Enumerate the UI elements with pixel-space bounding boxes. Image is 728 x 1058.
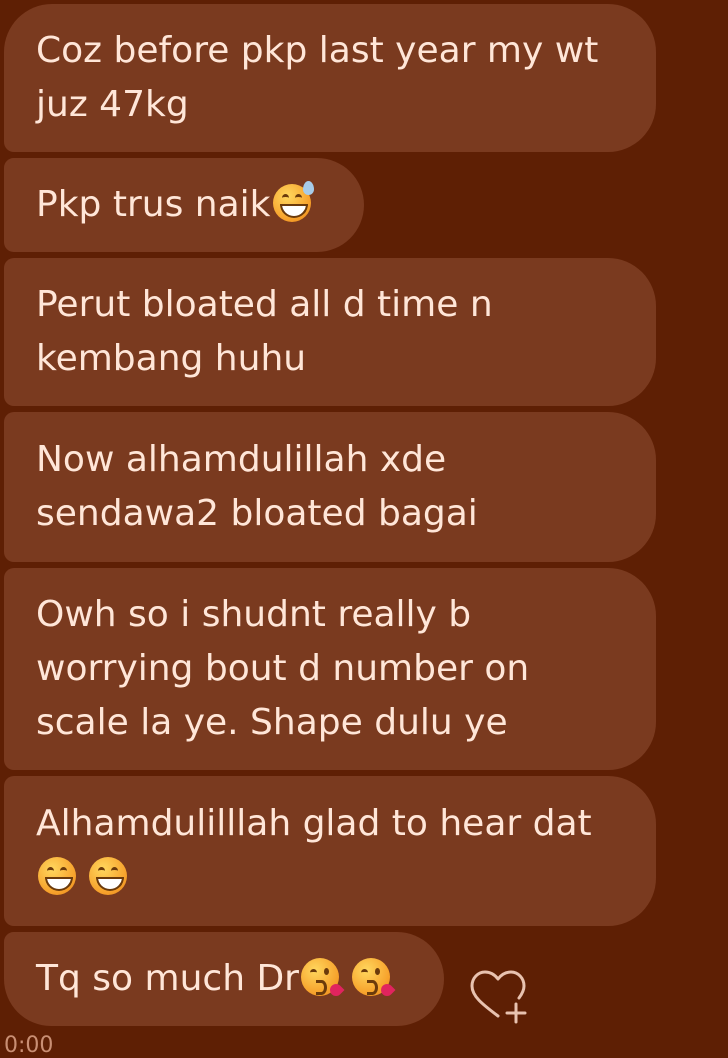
message-text: worrying bout d number on [36, 648, 530, 689]
message-text-row: Tq so much Dr [36, 952, 412, 1006]
grinning-sweat-emoji-icon [272, 181, 314, 222]
message-text: Now alhamdulillah xde [36, 439, 447, 480]
message-bubble[interactable]: Coz before pkp last year my wt juz 47kg [4, 4, 656, 152]
message-bubble[interactable]: Now alhamdulillah xde sendawa2 bloated b… [4, 412, 656, 562]
kissing-emoji-icon [352, 958, 396, 999]
message-bubble[interactable]: Pkp trus naik [4, 158, 364, 252]
message-text: scale la ye. Shape dulu ye [36, 702, 508, 743]
message-timestamp: 0:00 [4, 1033, 54, 1058]
message-text: Alhamdulilllah glad to hear dat [36, 803, 592, 844]
emoji-row [36, 851, 624, 905]
grinning-emoji-icon [89, 857, 128, 895]
message-text: Tq so much Dr [36, 958, 299, 999]
message-text: kembang huhu [36, 338, 307, 379]
message-bubble[interactable]: Perut bloated all d time n kembang huhu [4, 258, 656, 406]
heart-plus-icon[interactable] [468, 966, 528, 1026]
message-text: Owh so i shudnt really b [36, 594, 472, 635]
message-text: sendawa2 bloated bagai [36, 493, 478, 534]
message-text: juz 47kg [36, 84, 189, 125]
message-bubble[interactable]: Tq so much Dr [4, 932, 444, 1026]
kissing-emoji-icon [300, 958, 345, 999]
message-text-row: Pkp trus naik [36, 178, 332, 232]
message-bubble[interactable]: Alhamdulilllah glad to hear dat [4, 776, 656, 926]
message-text: Coz before pkp last year my wt [36, 30, 599, 71]
message-text: Perut bloated all d time n [36, 284, 493, 325]
message-text: Pkp trus naik [36, 184, 271, 225]
message-bubble[interactable]: Owh so i shudnt really b worrying bout d… [4, 568, 656, 770]
grinning-emoji-icon [38, 857, 76, 895]
